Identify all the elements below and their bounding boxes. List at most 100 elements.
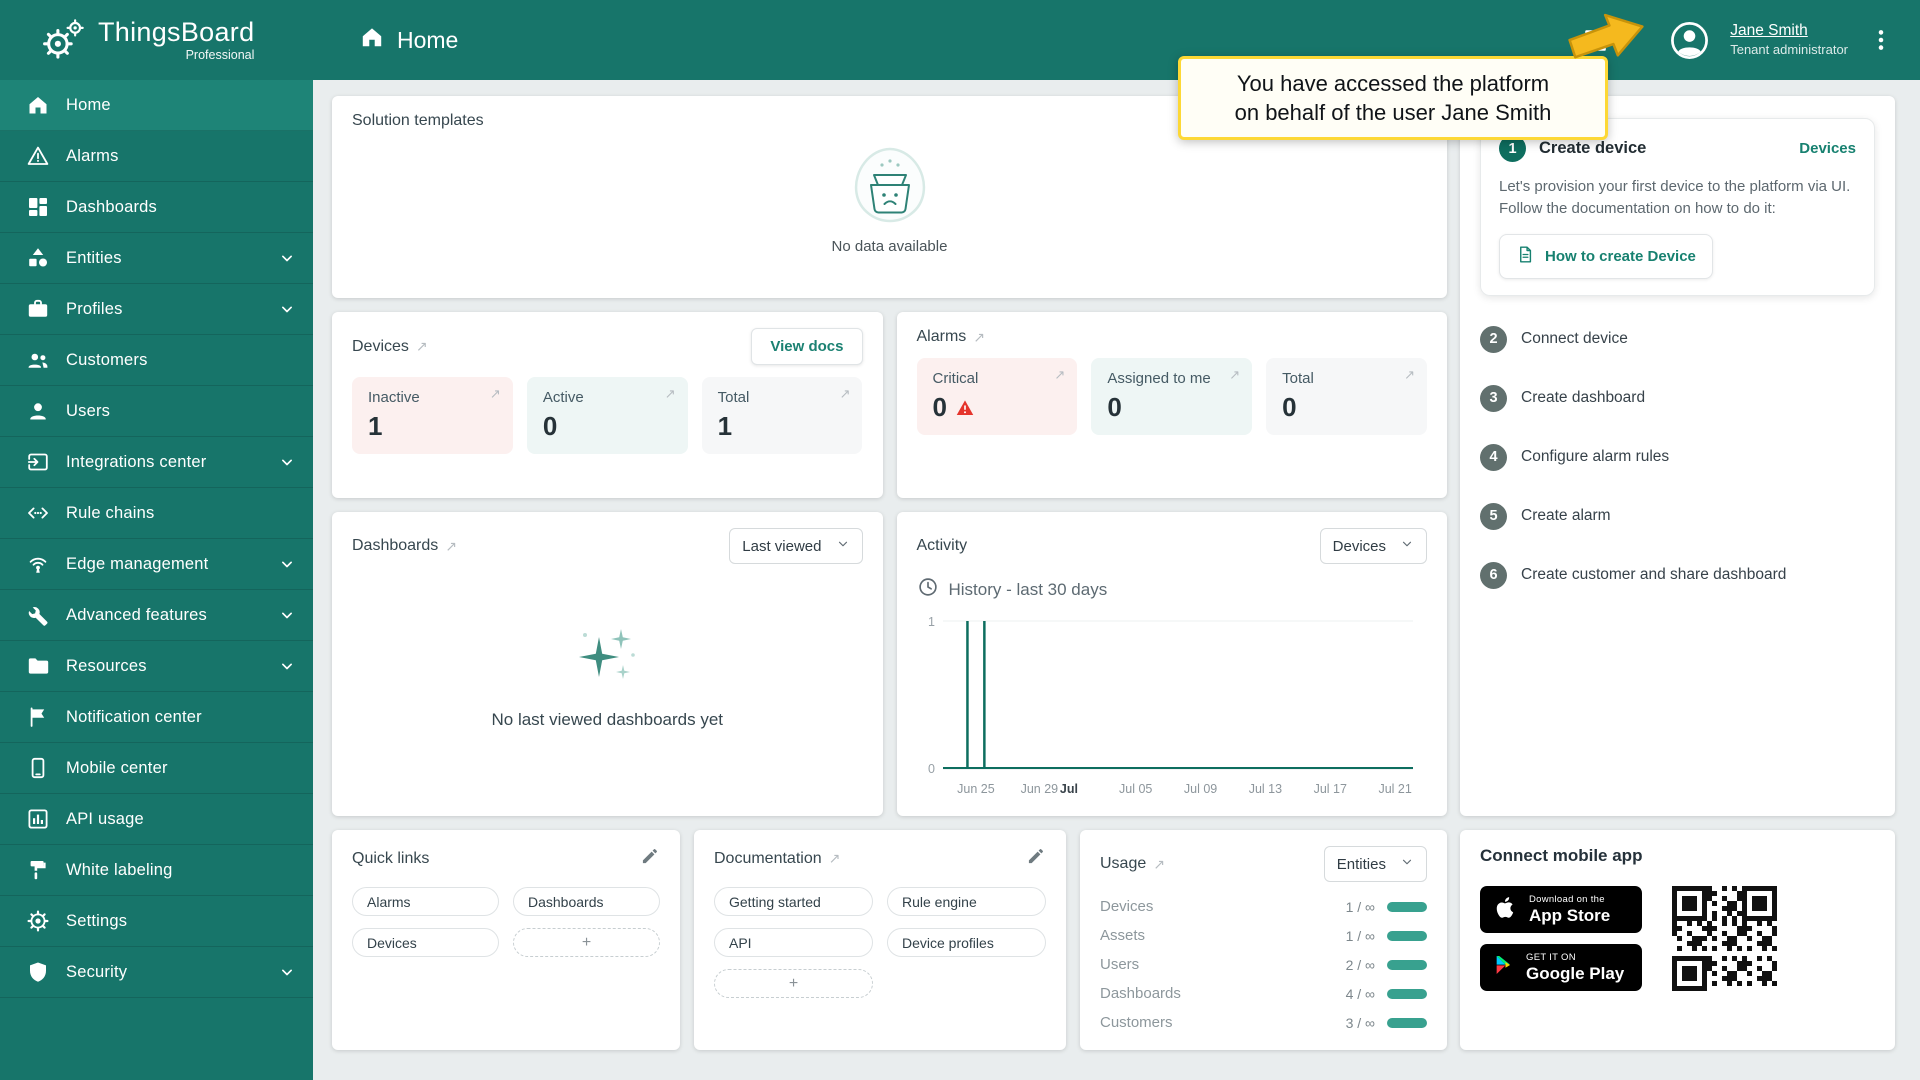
- notification-icon: [26, 705, 50, 729]
- external-link-icon[interactable]: ↗: [416, 338, 428, 355]
- sidebar-item-profiles[interactable]: Profiles: [0, 284, 313, 335]
- sidebar-item-dashboards[interactable]: Dashboards: [0, 182, 313, 233]
- step-create-customer-and-share-dashboard[interactable]: 6Create customer and share dashboard: [1480, 546, 1875, 605]
- sidebar-item-notification-center[interactable]: Notification center: [0, 692, 313, 743]
- usage-title[interactable]: Usage: [1100, 855, 1146, 873]
- edit-pencil-icon[interactable]: [1026, 846, 1046, 871]
- sidebar-item-settings[interactable]: Settings: [0, 896, 313, 947]
- user-name[interactable]: Jane Smith: [1730, 21, 1848, 41]
- home-icon: [26, 93, 50, 117]
- stat-active[interactable]: ↗Active0: [527, 377, 688, 454]
- chip-device-profiles[interactable]: Device profiles: [887, 928, 1046, 957]
- external-link-icon[interactable]: ↗: [829, 850, 841, 867]
- sidebar-item-rule-chains[interactable]: Rule chains: [0, 488, 313, 539]
- step-label: Create customer and share dashboard: [1521, 566, 1786, 584]
- svg-text:Jun 29: Jun 29: [1020, 782, 1058, 796]
- sidebar-item-integrations-center[interactable]: Integrations center: [0, 437, 313, 488]
- chip-alarms[interactable]: Alarms: [352, 887, 499, 916]
- usage-progress-bar: [1387, 960, 1427, 970]
- external-link-icon[interactable]: ↗: [1153, 856, 1165, 873]
- logo-subtitle: Professional: [186, 49, 255, 62]
- devices-card-title[interactable]: Devices: [352, 338, 409, 356]
- app-store-badge[interactable]: Download on the App Store: [1480, 886, 1642, 933]
- chip-rule-engine[interactable]: Rule engine: [887, 887, 1046, 916]
- stat-value: 0: [1282, 392, 1296, 423]
- external-link-icon[interactable]: ↗: [445, 538, 457, 555]
- edge-icon: [26, 552, 50, 576]
- sidebar-item-label: API usage: [66, 810, 297, 829]
- usage-card: Usage ↗ Entities Devices1 / ∞Assets1 / ∞…: [1080, 830, 1447, 1050]
- solution-templates-title: Solution templates: [352, 112, 484, 130]
- external-link-icon[interactable]: ↗: [973, 329, 985, 346]
- step-configure-alarm-rules[interactable]: 4Configure alarm rules: [1480, 428, 1875, 487]
- integrations-icon: [26, 450, 50, 474]
- stat-total[interactable]: ↗Total0: [1266, 358, 1427, 435]
- step-create-dashboard[interactable]: 3Create dashboard: [1480, 369, 1875, 428]
- last-viewed-select[interactable]: Last viewed: [729, 528, 862, 564]
- usage-label: Assets: [1100, 927, 1346, 944]
- fullscreen-button[interactable]: [1582, 27, 1609, 54]
- stat-label: Inactive: [368, 389, 497, 406]
- step-connect-device[interactable]: 2Connect device: [1480, 310, 1875, 369]
- sidebar-item-advanced-features[interactable]: Advanced features: [0, 590, 313, 641]
- user-role: Tenant administrator: [1730, 42, 1848, 59]
- top-bar: ThingsBoard Professional Home Jane Smith…: [0, 0, 1920, 80]
- stat-value: 0: [1107, 392, 1121, 423]
- sidebar-item-security[interactable]: Security: [0, 947, 313, 998]
- no-data-text: No data available: [832, 238, 948, 255]
- activity-card-title: Activity: [917, 537, 968, 555]
- external-link-icon: ↗: [1404, 367, 1415, 383]
- sidebar-item-alarms[interactable]: Alarms: [0, 131, 313, 182]
- usage-progress-bar: [1387, 902, 1427, 912]
- svg-text:Jul 09: Jul 09: [1183, 782, 1216, 796]
- sidebar-item-label: Rule chains: [66, 504, 297, 523]
- step-create-alarm[interactable]: 5Create alarm: [1480, 487, 1875, 546]
- sidebar-item-mobile-center[interactable]: Mobile center: [0, 743, 313, 794]
- chip-devices[interactable]: Devices: [352, 928, 499, 957]
- stat-critical[interactable]: ↗Critical0: [917, 358, 1078, 435]
- settings-icon: [26, 909, 50, 933]
- chip-api[interactable]: API: [714, 928, 873, 957]
- tooltip-line-1: You have accessed the platform: [1195, 69, 1591, 98]
- add-link-button[interactable]: +: [513, 928, 660, 957]
- usage-progress-bar: [1387, 1018, 1427, 1028]
- sidebar-item-entities[interactable]: Entities: [0, 233, 313, 284]
- clock-icon: [917, 576, 939, 603]
- usage-label: Devices: [1100, 898, 1346, 915]
- activity-card: Activity Devices History - last 30 days …: [897, 512, 1448, 816]
- logo-title: ThingsBoard: [98, 19, 254, 46]
- security-icon: [26, 960, 50, 984]
- chip-getting-started[interactable]: Getting started: [714, 887, 873, 916]
- sidebar-item-edge-management[interactable]: Edge management: [0, 539, 313, 590]
- dashboards-card-title[interactable]: Dashboards: [352, 537, 438, 555]
- more-menu-button[interactable]: [1868, 27, 1894, 53]
- sidebar-item-customers[interactable]: Customers: [0, 335, 313, 386]
- user-menu[interactable]: Jane Smith Tenant administrator: [1730, 21, 1848, 58]
- chevron-down-icon: [836, 537, 850, 555]
- sidebar-item-api-usage[interactable]: API usage: [0, 794, 313, 845]
- sidebar-item-white-labeling[interactable]: White labeling: [0, 845, 313, 896]
- how-to-create-device-button[interactable]: How to create Device: [1499, 234, 1713, 279]
- step-create-device[interactable]: 1 Create device Devices Let's provision …: [1480, 118, 1875, 296]
- google-play-badge[interactable]: GET IT ON Google Play: [1480, 944, 1642, 991]
- edit-pencil-icon[interactable]: [640, 846, 660, 871]
- alarms-card-title[interactable]: Alarms: [917, 328, 967, 346]
- sidebar-item-resources[interactable]: Resources: [0, 641, 313, 692]
- sidebar-item-home[interactable]: Home: [0, 80, 313, 131]
- activity-chart: 10Jun 25Jun 29JulJul 05Jul 09Jul 13Jul 1…: [917, 611, 1428, 808]
- sidebar-item-users[interactable]: Users: [0, 386, 313, 437]
- tooltip-line-2: on behalf of the user Jane Smith: [1195, 98, 1591, 127]
- stat-inactive[interactable]: ↗Inactive1: [352, 377, 513, 454]
- usage-entity-select[interactable]: Entities: [1324, 846, 1427, 882]
- activity-entity-select[interactable]: Devices: [1320, 528, 1427, 564]
- add-link-button[interactable]: +: [714, 969, 873, 998]
- stat-assigned-to-me[interactable]: ↗Assigned to me0: [1091, 358, 1252, 435]
- step-label: Configure alarm rules: [1521, 448, 1669, 466]
- chip-dashboards[interactable]: Dashboards: [513, 887, 660, 916]
- app-logo[interactable]: ThingsBoard Professional: [0, 17, 313, 63]
- avatar[interactable]: [1669, 20, 1710, 61]
- view-docs-button[interactable]: View docs: [751, 328, 862, 365]
- step1-devices-link[interactable]: Devices: [1799, 140, 1856, 157]
- step-label: Create alarm: [1521, 507, 1611, 525]
- stat-total[interactable]: ↗Total1: [702, 377, 863, 454]
